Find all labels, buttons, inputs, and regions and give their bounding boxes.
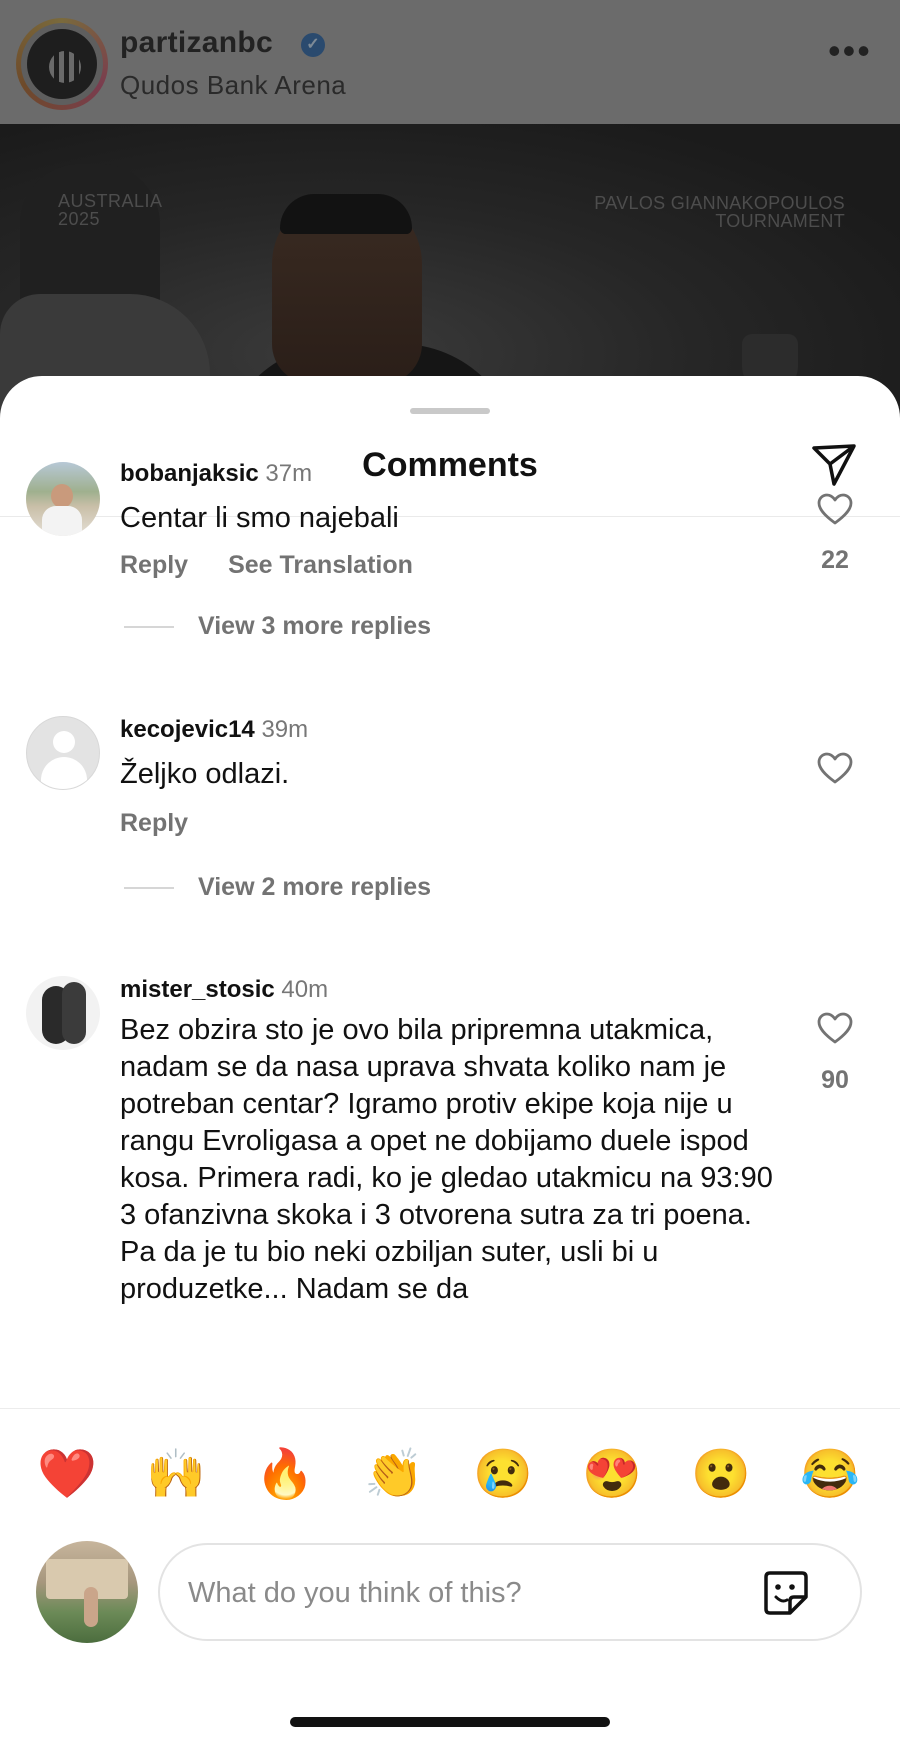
clapping-emoji-button[interactable]: 👏 (364, 1445, 424, 1505)
image-caption-left: AUSTRALIA 2025 (58, 191, 163, 229)
divider (124, 887, 174, 890)
raising-hands-emoji-button[interactable]: 🙌 (146, 1445, 206, 1505)
comment-username[interactable]: kecojevic14 39m (120, 716, 308, 744)
avatar-default-icon[interactable] (26, 716, 100, 790)
post-header: partizanbc ✓ Qudos Bank Arena ••• (0, 0, 900, 124)
comment-time: 40m (281, 976, 329, 1003)
comment-time: 37m (265, 460, 313, 487)
sticker-icon[interactable] (760, 1567, 812, 1619)
my-avatar (36, 1541, 138, 1643)
like-heart-icon[interactable] (816, 751, 854, 785)
comment-username[interactable]: bobanjaksic 37m (120, 460, 312, 488)
comment-text: Bez obzira sto je ovo bila pripremna uta… (120, 1014, 773, 1305)
like-count: 90 (821, 1066, 849, 1094)
avatar[interactable] (26, 462, 100, 536)
view-more-replies[interactable]: View 2 more replies (124, 873, 724, 902)
view-more-replies[interactable]: View 3 more replies (124, 612, 724, 641)
comment-input[interactable] (188, 1569, 748, 1617)
post-author-avatar[interactable] (16, 18, 108, 110)
fire-emoji-button[interactable]: 🔥 (255, 1445, 315, 1505)
see-translation-button[interactable]: See Translation (228, 551, 413, 579)
heart-emoji-button[interactable]: ❤️ (37, 1445, 97, 1505)
comment-composer: ❤️ 🙌 🔥 👏 😢 😍 😮 😂 (0, 1408, 900, 1740)
home-indicator[interactable] (290, 1717, 610, 1727)
post-location[interactable]: Qudos Bank Arena (120, 70, 346, 101)
comment-username[interactable]: mister_stosic 40m (120, 976, 328, 1004)
verified-badge-icon: ✓ (301, 33, 325, 57)
sheet-grabber[interactable] (410, 408, 490, 414)
comment-text: Željko odlazi. (120, 758, 290, 790)
like-count: 22 (821, 546, 849, 574)
more-options-icon[interactable]: ••• (828, 33, 874, 70)
emoji-reaction-row: ❤️ 🙌 🔥 👏 😢 😍 😮 😂 (0, 1445, 900, 1505)
reply-button[interactable]: Reply (120, 809, 188, 837)
avatar[interactable] (26, 976, 100, 1050)
reply-button[interactable]: Reply (120, 551, 188, 579)
like-heart-icon[interactable] (816, 492, 854, 526)
image-caption-right: PAVLOS GIANNAKOPOULOS TOURNAMENT (594, 193, 845, 231)
post-username[interactable]: partizanbc (120, 26, 273, 60)
comment-time: 39m (261, 716, 309, 743)
laughing-emoji-button[interactable]: 😂 (800, 1445, 860, 1505)
comment-input-box[interactable] (158, 1543, 862, 1641)
divider (124, 626, 174, 629)
comment-actions: Reply (120, 809, 228, 838)
share-icon[interactable] (808, 438, 860, 490)
comment-text: Centar li smo najebali (120, 502, 399, 534)
crying-emoji-button[interactable]: 😢 (473, 1445, 533, 1505)
comment-actions: Reply See Translation (120, 551, 453, 580)
heart-eyes-emoji-button[interactable]: 😍 (582, 1445, 642, 1505)
player-headband (280, 194, 412, 234)
partizan-logo-icon (27, 29, 97, 99)
surprised-emoji-button[interactable]: 😮 (691, 1445, 751, 1505)
like-heart-icon[interactable] (816, 1011, 854, 1045)
